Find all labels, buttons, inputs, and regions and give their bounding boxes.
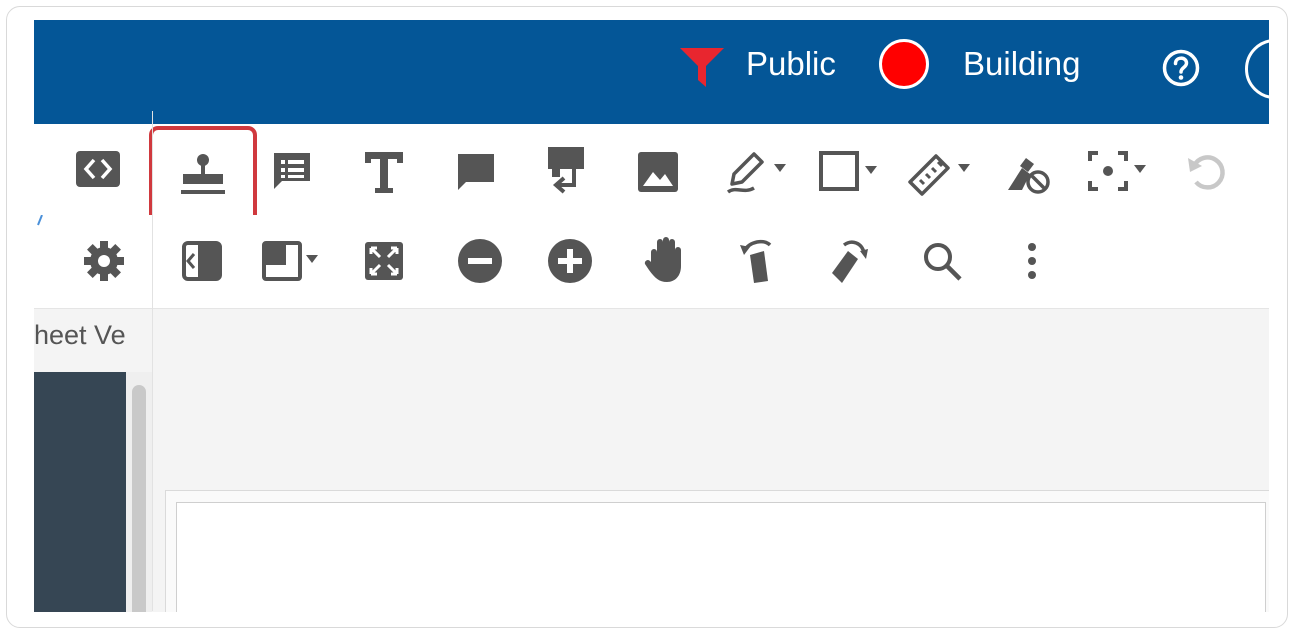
text-button[interactable] bbox=[356, 144, 412, 200]
search-icon bbox=[924, 243, 962, 281]
filter-icon[interactable] bbox=[680, 46, 724, 88]
sheet-list-panel bbox=[34, 372, 126, 612]
user-avatar[interactable] bbox=[1245, 39, 1269, 99]
collapsed-arrow-icon bbox=[37, 215, 43, 226]
shape-dropdown-button[interactable] bbox=[818, 144, 888, 200]
code-panel-icon bbox=[76, 151, 120, 187]
gear-icon bbox=[84, 241, 124, 281]
rotate-right-icon bbox=[832, 240, 868, 283]
window-frame: Public Building heet Ve bbox=[6, 6, 1288, 628]
collapse-panel-button[interactable] bbox=[174, 233, 230, 289]
zoom-in-icon bbox=[548, 239, 592, 283]
sheet-view-tab[interactable]: heet Ve bbox=[34, 320, 126, 351]
fit-screen-button[interactable] bbox=[356, 233, 412, 289]
stamp-button[interactable] bbox=[175, 146, 231, 202]
search-button[interactable] bbox=[914, 233, 970, 289]
undo-icon bbox=[1188, 155, 1225, 190]
pan-hand-icon bbox=[644, 237, 681, 282]
note-list-icon bbox=[274, 153, 310, 189]
code-panel-button[interactable] bbox=[70, 141, 126, 197]
stamp-icon bbox=[181, 154, 225, 194]
top-header: Public Building bbox=[34, 20, 1269, 124]
image-icon bbox=[638, 152, 678, 192]
more-options-button[interactable] bbox=[1004, 233, 1060, 289]
text-icon bbox=[365, 152, 403, 193]
help-icon[interactable] bbox=[1161, 48, 1201, 88]
comment-icon bbox=[458, 154, 494, 190]
eraser-button[interactable] bbox=[1000, 146, 1056, 202]
status-label[interactable]: Building bbox=[963, 45, 1080, 83]
callout-button[interactable] bbox=[538, 142, 594, 198]
note-list-button[interactable] bbox=[264, 143, 320, 199]
rotate-left-icon bbox=[740, 239, 772, 283]
layout-dropdown-button[interactable] bbox=[260, 233, 330, 289]
layout-icon bbox=[262, 241, 318, 281]
scrollbar-thumb[interactable] bbox=[132, 385, 146, 612]
zoom-out-button[interactable] bbox=[452, 233, 508, 289]
measure-dropdown-button[interactable] bbox=[906, 144, 978, 200]
eraser-icon bbox=[1008, 158, 1050, 194]
status-indicator bbox=[879, 39, 929, 89]
ruler-icon bbox=[908, 154, 970, 196]
more-vertical-icon bbox=[1028, 243, 1036, 279]
undo-button[interactable] bbox=[1178, 144, 1234, 200]
filter-label[interactable]: Public bbox=[746, 45, 836, 83]
pan-button[interactable] bbox=[638, 231, 694, 287]
app-viewport: Public Building heet Ve bbox=[34, 20, 1269, 612]
pen-dropdown-button[interactable] bbox=[722, 144, 792, 200]
rotate-right-button[interactable] bbox=[820, 233, 876, 289]
collapse-panel-icon bbox=[182, 241, 222, 281]
fit-screen-icon bbox=[365, 242, 403, 280]
view-toolbar bbox=[34, 215, 1269, 309]
image-button[interactable] bbox=[630, 144, 686, 200]
callout-icon bbox=[548, 147, 584, 194]
rotate-left-button[interactable] bbox=[730, 233, 786, 289]
sheet-page[interactable] bbox=[176, 502, 1266, 612]
rectangle-icon bbox=[819, 151, 877, 191]
comment-button[interactable] bbox=[448, 144, 504, 200]
snapshot-dropdown-button[interactable] bbox=[1086, 144, 1156, 200]
snapshot-icon bbox=[1088, 151, 1146, 191]
markup-toolbar bbox=[34, 124, 1269, 227]
pen-icon bbox=[726, 152, 786, 194]
zoom-out-icon bbox=[458, 239, 502, 283]
zoom-in-button[interactable] bbox=[542, 233, 598, 289]
settings-button[interactable] bbox=[76, 233, 132, 289]
